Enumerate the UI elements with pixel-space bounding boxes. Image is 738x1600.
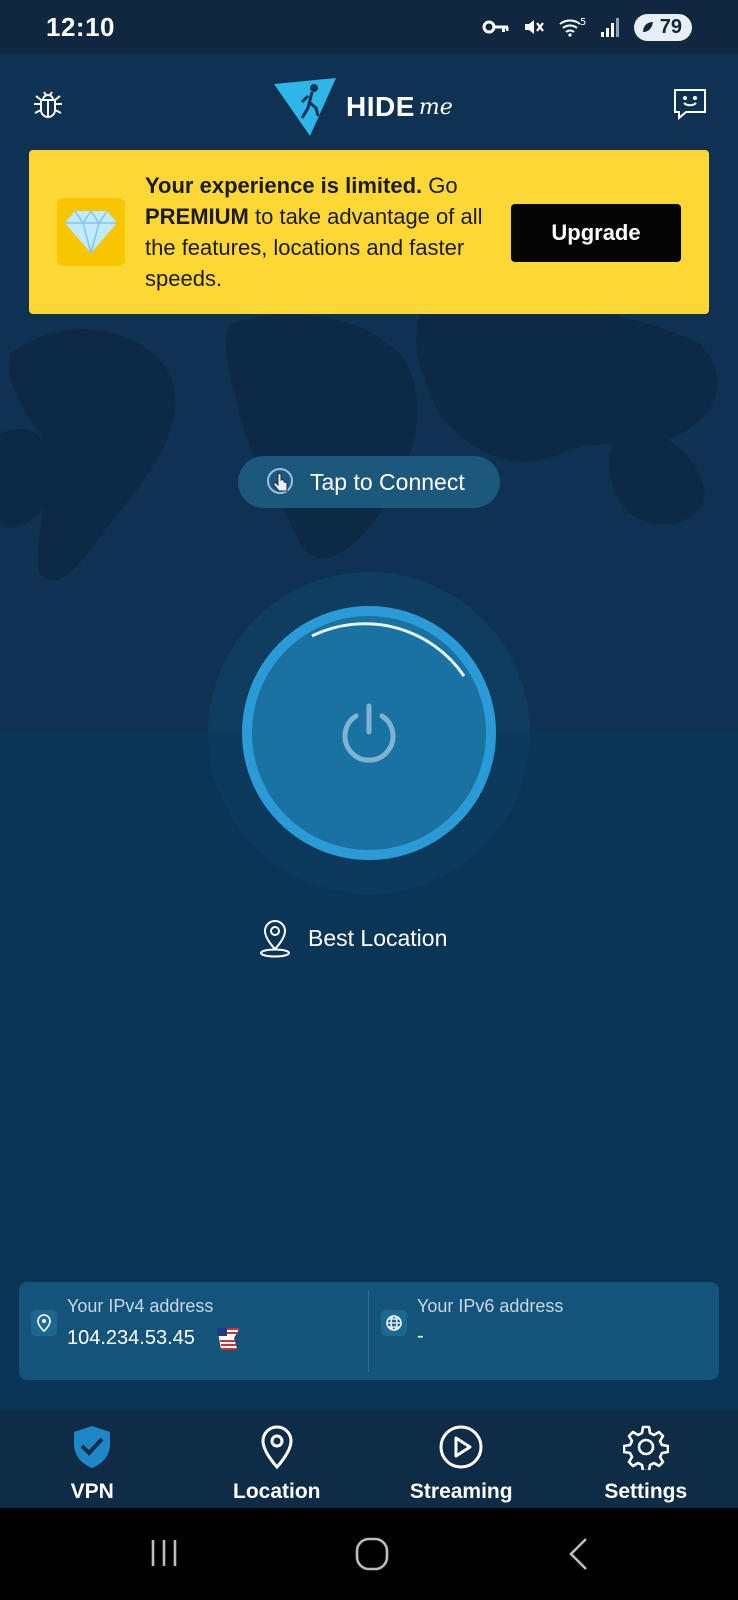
premium-banner: Your experience is limited. Go PREMIUM t…: [29, 150, 709, 314]
vpn-key-icon: [482, 20, 509, 34]
hideme-logo-icon: [274, 78, 336, 136]
tap-to-connect-label: Tap to Connect: [310, 468, 465, 495]
recent-apps-icon[interactable]: [148, 1536, 182, 1570]
power-ring-highlight: [311, 622, 466, 677]
tab-settings[interactable]: Settings: [554, 1410, 738, 1508]
ipv4-value: 104.234.53.45: [67, 1326, 195, 1349]
battery-indicator: 79: [633, 13, 692, 41]
banner-message: Your experience is limited. Go PREMIUM t…: [145, 170, 495, 294]
tab-settings-label: Settings: [604, 1480, 688, 1503]
tap-to-connect-pill[interactable]: Tap to Connect: [238, 456, 500, 508]
status-time: 12:10: [46, 11, 115, 42]
app-header: HIDE me: [0, 54, 738, 150]
diamond-icon: [65, 209, 117, 255]
battery-saver-icon: [642, 22, 653, 32]
tab-streaming[interactable]: Streaming: [369, 1410, 554, 1508]
ipv4-label: Your IPv4 address: [67, 1296, 214, 1316]
tab-vpn-label: VPN: [70, 1480, 114, 1503]
home-icon[interactable]: [354, 1536, 390, 1572]
status-icons: 5 79: [482, 13, 692, 41]
upgrade-button[interactable]: Upgrade: [511, 204, 681, 262]
ipv6-value: -: [417, 1325, 424, 1347]
mute-icon: [524, 20, 544, 34]
status-bar: 12:10 5 79: [0, 0, 738, 54]
svg-text:5: 5: [580, 17, 586, 28]
ip-address-card: Your IPv4 address 104.234.53.45 Your IPv…: [19, 1282, 719, 1380]
system-navigation-bar: [0, 1508, 738, 1600]
app-logo: HIDE me: [272, 74, 453, 140]
banner-lead: Your experience is limited.: [145, 173, 423, 198]
tap-hand-icon: [267, 468, 293, 494]
logo-text: HIDE: [346, 91, 415, 122]
ipv6-value-row: -: [417, 1325, 563, 1348]
shield-check-icon: [74, 1426, 111, 1468]
globe-icon: [386, 1315, 402, 1331]
us-flag-icon: [216, 1328, 239, 1350]
wifi-icon: 5: [559, 17, 586, 37]
ipv4-column: Your IPv4 address 104.234.53.45: [67, 1296, 241, 1351]
banner-premium: PREMIUM: [145, 204, 249, 229]
connect-power-button[interactable]: [242, 606, 496, 860]
ipv6-column: Your IPv6 address -: [417, 1296, 563, 1348]
tab-location-label: Location: [233, 1480, 321, 1503]
play-circle-icon: [439, 1425, 483, 1469]
ipv4-icon-box: [31, 1310, 57, 1336]
feedback-icon[interactable]: [672, 86, 708, 122]
ipv6-icon-box: [381, 1310, 407, 1336]
banner-mid: Go: [422, 173, 458, 198]
logo-suffix: me: [418, 94, 453, 120]
tab-streaming-label: Streaming: [409, 1480, 513, 1503]
location-pin-icon: [37, 1314, 51, 1332]
bug-report-icon[interactable]: [30, 86, 66, 122]
ipv4-value-row: 104.234.53.45: [67, 1325, 241, 1351]
location-label: Best Location: [308, 924, 448, 951]
selected-location[interactable]: Best Location: [258, 918, 447, 958]
battery-level: 79: [659, 15, 682, 38]
tab-location[interactable]: Location: [185, 1410, 370, 1508]
ipv6-label: Your IPv6 address: [417, 1296, 564, 1316]
map-pin-icon: [260, 919, 290, 958]
diamond-badge: [57, 198, 125, 266]
bottom-tab-bar: VPN Location Streaming Settings: [0, 1410, 738, 1508]
signal-icon: [600, 18, 619, 37]
back-icon[interactable]: [564, 1536, 594, 1572]
gear-icon: [622, 1425, 669, 1470]
tab-vpn[interactable]: VPN: [0, 1410, 185, 1508]
map-pin-icon: [261, 1425, 293, 1470]
ip-divider: [368, 1290, 369, 1372]
